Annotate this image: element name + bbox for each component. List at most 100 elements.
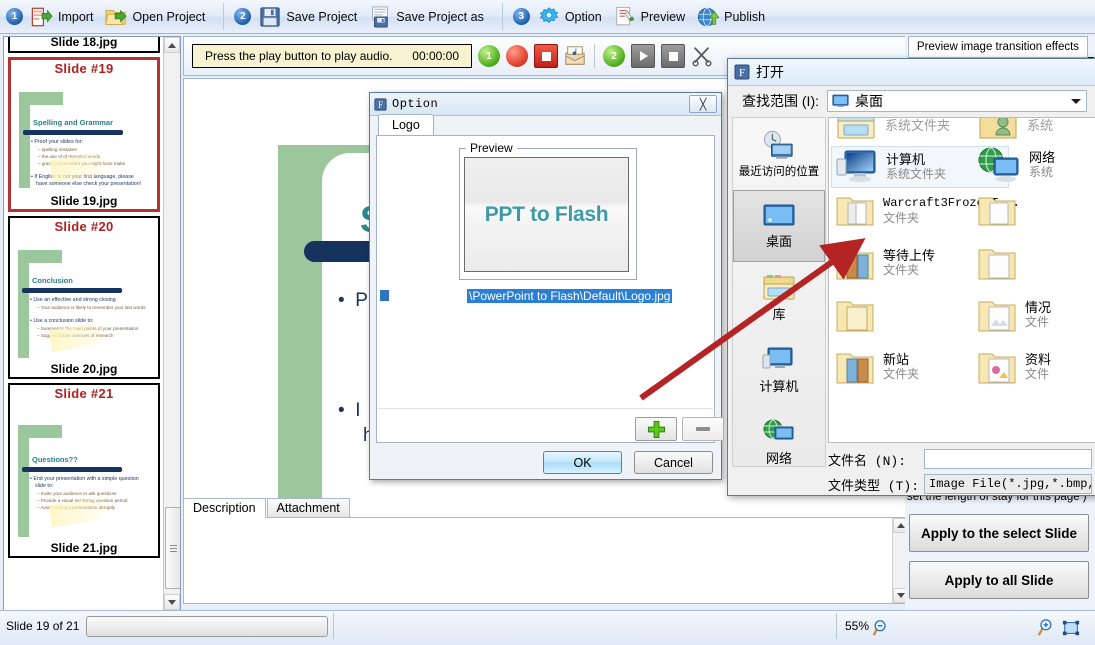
slide-bullet-1: • P xyxy=(338,290,368,311)
sidebar-item-library[interactable]: 库 xyxy=(733,262,825,334)
sidebar-item-recent-places[interactable]: 最近访问的位置 xyxy=(733,118,825,190)
scroll-down-button[interactable] xyxy=(164,594,180,610)
scroll-up-button[interactable] xyxy=(164,37,180,53)
file-name: 情况 文件 xyxy=(1025,300,1052,329)
list-item[interactable]: Slide #21 Questions?? • End your present… xyxy=(8,383,160,558)
folder-icon xyxy=(836,197,874,226)
publish-button[interactable]: Publish xyxy=(693,4,773,30)
list-item[interactable]: Slide #20 Conclusion • Use an effective … xyxy=(8,216,160,379)
publish-icon xyxy=(698,7,720,26)
folder-icon xyxy=(836,353,874,384)
file-list-pane[interactable]: 系统文件夹 系统 计算机 系统文件夹 网络 系统 Warcraft3Frozen… xyxy=(828,117,1095,443)
list-item[interactable] xyxy=(977,244,1025,282)
list-item[interactable]: Slide #19 Spelling and Grammar • Proof y… xyxy=(8,57,160,212)
look-in-combobox[interactable]: 桌面 xyxy=(827,90,1087,112)
import-button[interactable]: Import xyxy=(27,4,101,30)
stop-record-button[interactable] xyxy=(534,44,558,68)
file-name: 网络 系统 xyxy=(1029,150,1056,179)
sidebar-item-desktop[interactable]: 桌面 xyxy=(733,190,825,262)
sidebar-item-computer[interactable]: 计算机 xyxy=(733,334,825,406)
toolbar-divider-2 xyxy=(501,3,503,30)
preview-button[interactable]: Preview xyxy=(610,4,693,30)
import-audio-button[interactable] xyxy=(564,45,586,67)
slide-list[interactable]: Slide 18.jpg Slide #19 Spelling and Gram… xyxy=(4,37,164,610)
list-item[interactable]: Slide 18.jpg xyxy=(8,37,160,53)
tab-logo[interactable]: Logo xyxy=(378,114,434,135)
main-toolbar: 1 Import Open Project 2 Save Project Sav… xyxy=(0,0,1095,34)
slide-thumbnail: Questions?? • End your presentation with… xyxy=(10,401,158,541)
chevron-down-icon[interactable] xyxy=(1070,96,1082,106)
description-textarea[interactable] xyxy=(183,518,909,604)
apply-to-selected-slide-button[interactable]: Apply to the select Slide xyxy=(909,514,1089,552)
record-button[interactable] xyxy=(506,45,528,67)
play-button[interactable] xyxy=(631,44,655,68)
file-name-input[interactable] xyxy=(924,449,1092,469)
save-project-button[interactable]: Save Project xyxy=(255,4,365,30)
list-item[interactable] xyxy=(977,192,1025,228)
logo-path-list[interactable]: \PowerPoint to Flash\Default\Logo.jpg xyxy=(378,288,713,409)
toolbar-group-3: 3 Option Preview Publish xyxy=(507,0,779,33)
tab-attachment[interactable]: Attachment xyxy=(266,498,350,517)
list-item[interactable] xyxy=(835,296,883,334)
close-icon[interactable]: ╳ xyxy=(689,95,717,113)
list-item[interactable]: \PowerPoint to Flash\Default\Logo.jpg xyxy=(379,288,711,303)
file-icon xyxy=(380,290,389,301)
cut-audio-button[interactable] xyxy=(691,45,713,67)
file-name: 计算机 系统文件夹 xyxy=(886,152,947,181)
sidebar-item-label: 库 xyxy=(772,306,786,322)
computer-icon xyxy=(836,150,876,182)
open-dialog-titlebar[interactable]: F 打开 xyxy=(728,59,1095,86)
option-dialog-titlebar[interactable]: F Option ╳ xyxy=(370,93,721,116)
option-button[interactable]: Option xyxy=(534,4,610,30)
list-item[interactable]: 情况 文件 xyxy=(977,296,1051,334)
sidebar-item-label: 最近访问的位置 xyxy=(738,166,820,178)
save-as-icon xyxy=(372,5,389,28)
status-bar: Slide 19 of 21 55% xyxy=(0,610,1095,645)
slide-panel-scrollbar[interactable] xyxy=(163,37,180,610)
sidebar-item-network[interactable]: 网络 xyxy=(733,406,825,478)
computer-icon xyxy=(762,347,793,368)
preview-legend: Preview xyxy=(466,141,517,155)
logo-tab-page: Preview PPT to Flash \PowerPoint to Flas… xyxy=(376,135,724,443)
list-item[interactable]: 资料 文件 xyxy=(977,348,1051,386)
save-project-as-button[interactable]: Save Project as xyxy=(365,4,492,30)
tab-description[interactable]: Description xyxy=(183,498,266,518)
app-icon: F xyxy=(734,64,750,80)
apply-to-all-slides-button[interactable]: Apply to all Slide xyxy=(909,561,1089,599)
play-step-number: 2 xyxy=(611,50,617,62)
zoom-in-icon[interactable] xyxy=(1036,619,1054,637)
audio-status-text: Press the play button to play audio. xyxy=(205,49,393,63)
list-item[interactable]: 系统 xyxy=(977,117,1054,142)
scrollbar-thumb[interactable] xyxy=(165,507,180,589)
user-folder-icon xyxy=(979,118,1017,139)
open-project-button[interactable]: Open Project xyxy=(101,4,213,30)
open-project-label: Open Project xyxy=(132,9,206,24)
add-logo-button[interactable] xyxy=(635,417,677,441)
description-panel: Description Attachment xyxy=(183,498,909,609)
slide-number: Slide #20 xyxy=(54,219,114,234)
list-item[interactable]: 等待上传 文件夹 xyxy=(835,244,935,282)
list-item[interactable]: 网络 系统 xyxy=(977,146,1055,184)
file-name: 系统 xyxy=(1027,117,1054,133)
preview-icon xyxy=(615,6,634,25)
cancel-button[interactable]: Cancel xyxy=(634,451,713,474)
open-dialog-title: 打开 xyxy=(756,64,784,80)
list-item[interactable]: 新站 文件夹 xyxy=(835,348,919,386)
slide-title: Conclusion xyxy=(32,276,73,285)
toolbar-divider-1 xyxy=(223,3,225,30)
fit-to-window-icon[interactable] xyxy=(1062,619,1080,637)
slide-thumbnail-panel: Slide 18.jpg Slide #19 Spelling and Gram… xyxy=(3,36,181,611)
file-type-combobox[interactable]: Image File(*.jpg,*.bmp,*.ti xyxy=(924,474,1092,494)
preview-label: Preview xyxy=(640,9,686,24)
stop-play-button[interactable] xyxy=(661,44,685,68)
ok-button[interactable]: OK xyxy=(543,451,622,474)
list-item[interactable]: 系统文件夹 xyxy=(835,118,950,142)
audio-status-box: Press the play button to play audio. 00:… xyxy=(192,44,472,68)
option-icon xyxy=(539,6,559,23)
zoom-out-icon[interactable] xyxy=(872,619,890,637)
network-icon xyxy=(978,147,1019,182)
cancel-label: Cancel xyxy=(654,455,693,470)
folder-icon xyxy=(978,249,1016,280)
remove-logo-button[interactable] xyxy=(682,417,724,441)
file-name-row: 文件名 (N): xyxy=(828,449,1092,469)
